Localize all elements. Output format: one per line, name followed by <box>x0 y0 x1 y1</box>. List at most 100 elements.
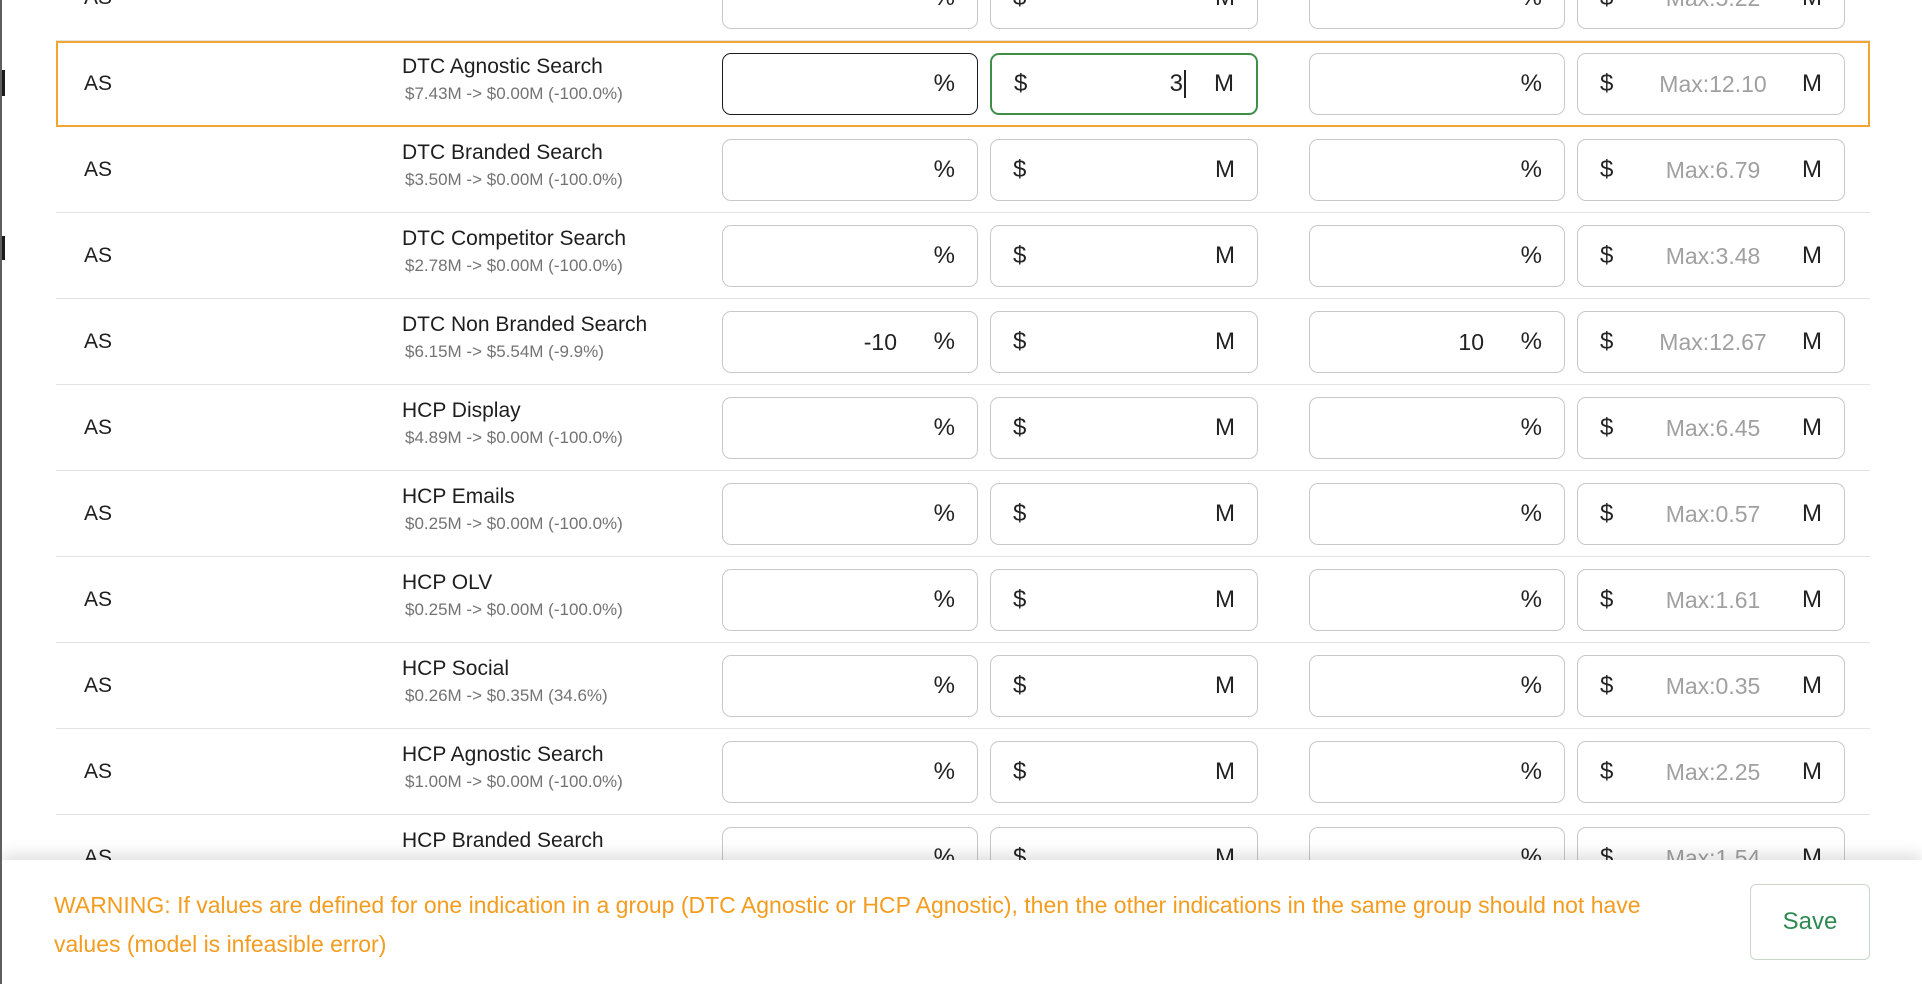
channel-info: HCP Emails $0.25M -> $0.00M (-100.0%) <box>402 483 623 537</box>
table-row: AS HCP Emails $0.25M -> $0.00M (-100.0%)% $… <box>56 471 1870 557</box>
max-spend-placeholder: Max:6.79 <box>1665 156 1761 183</box>
row-code: AS <box>84 244 113 267</box>
currency-symbol: $ <box>1013 414 1027 441</box>
min-percent-input[interactable]: % <box>722 225 978 287</box>
min-percent-input[interactable]: -10% <box>722 311 978 373</box>
max-percent-input[interactable]: % <box>1309 225 1565 287</box>
min-percent-input[interactable]: % <box>722 741 978 803</box>
spend-change: $3.50M -> $0.00M (-100.0%) <box>405 170 623 189</box>
currency-symbol: $ <box>1013 758 1027 785</box>
percent-unit: % <box>1520 414 1542 441</box>
max-spend-input[interactable]: $ Max:12.67 M <box>1577 311 1845 373</box>
million-unit: M <box>1215 156 1235 183</box>
min-spend-input[interactable]: $M <box>990 311 1258 373</box>
max-percent-input[interactable]: % <box>1309 655 1565 717</box>
channel-info: DTC Agnostic Search $7.43M -> $0.00M (-10… <box>402 53 623 107</box>
table-row: AS$3.26M -> $4.70M (44.2%)%$M%$Max:5.22M <box>56 0 1870 41</box>
row-code: AS <box>84 846 113 860</box>
percent-unit: % <box>1520 242 1542 269</box>
max-spend-input[interactable]: $ Max:0.57 M <box>1577 483 1845 545</box>
channel-info: HCP OLV $0.25M -> $0.00M (-100.0%) <box>402 569 623 623</box>
max-spend-input[interactable]: $ Max:2.25 M <box>1577 741 1845 803</box>
million-unit: M <box>1215 586 1235 613</box>
row-code: AS <box>84 674 113 697</box>
max-percent-input[interactable]: 10% <box>1309 311 1565 373</box>
max-percent-input[interactable]: % <box>1309 741 1565 803</box>
max-percent-input[interactable]: % <box>1309 397 1565 459</box>
min-spend-input[interactable]: $M <box>990 225 1258 287</box>
scrollbar-edge <box>2 236 5 260</box>
max-spend-input[interactable]: $ Max:12.10 M <box>1577 53 1845 115</box>
percent-unit: % <box>933 70 955 97</box>
max-spend-placeholder: Max:12.67 <box>1659 328 1767 355</box>
percent-unit: % <box>933 844 955 860</box>
channel-table: AS$3.26M -> $4.70M (44.2%)%$M%$Max:5.22M… <box>56 0 1870 860</box>
max-spend-input[interactable]: $ Max:1.61 M <box>1577 569 1845 631</box>
min-percent-input[interactable]: % <box>722 139 978 201</box>
max-spend-input[interactable]: $ Max:6.45 M <box>1577 397 1845 459</box>
min-spend-input[interactable]: $M <box>990 827 1258 860</box>
currency-symbol: $ <box>1600 0 1613 28</box>
min-percent-input[interactable]: % <box>722 827 978 860</box>
min-percent-input[interactable]: % <box>722 0 978 29</box>
max-percent-input[interactable]: % <box>1309 0 1565 29</box>
million-unit: M <box>1215 500 1235 527</box>
max-percent-input[interactable]: % <box>1309 827 1565 860</box>
million-unit: M <box>1214 70 1234 97</box>
min-spend-input[interactable]: $M <box>990 741 1258 803</box>
channel-name: HCP Agnostic Search <box>402 743 604 766</box>
max-percent-input[interactable]: % <box>1309 139 1565 201</box>
max-percent-input[interactable]: % <box>1309 53 1565 115</box>
min-spend-input[interactable]: $M <box>990 139 1258 201</box>
min-percent-input[interactable]: % <box>722 655 978 717</box>
min-percent-input[interactable]: % <box>722 569 978 631</box>
min-spend-value <box>1061 656 1187 716</box>
min-spend-value <box>1061 226 1187 286</box>
min-percent-input[interactable]: % <box>722 53 978 115</box>
million-unit: M <box>1802 70 1822 97</box>
currency-symbol: $ <box>1600 70 1614 97</box>
min-percent-input[interactable]: % <box>722 483 978 545</box>
min-spend-input[interactable]: $M <box>990 397 1258 459</box>
modal-footer: WARNING: If values are defined for one i… <box>2 860 1922 984</box>
min-spend-value <box>1061 484 1187 544</box>
max-spend-input[interactable]: $ Max:0.35 M <box>1577 655 1845 717</box>
row-code: AS <box>84 330 113 353</box>
max-spend-input[interactable]: $ Max:3.48 M <box>1577 225 1845 287</box>
currency-symbol: $ <box>1600 328 1614 355</box>
min-spend-input[interactable]: $M <box>990 655 1258 717</box>
million-unit: M <box>1215 672 1235 699</box>
spend-change: $7.43M -> $0.00M (-100.0%) <box>405 84 623 103</box>
min-percent-input[interactable]: % <box>722 397 978 459</box>
row-code: AS <box>84 0 112 41</box>
million-unit: M <box>1802 500 1822 527</box>
channel-name: HCP OLV <box>402 571 493 594</box>
max-spend-input[interactable]: $ Max:5.22 M <box>1577 0 1845 29</box>
row-code: AS <box>84 588 113 611</box>
min-spend-input[interactable]: $M <box>990 569 1258 631</box>
min-spend-input[interactable]: $M <box>990 483 1258 545</box>
percent-unit: % <box>933 242 955 269</box>
currency-symbol: $ <box>1013 844 1027 860</box>
min-spend-input[interactable]: $3 M <box>990 53 1258 115</box>
max-spend-placeholder: Max:0.57 <box>1665 500 1761 527</box>
max-spend-input[interactable]: $ Max:6.79 M <box>1577 139 1845 201</box>
save-button[interactable]: Save <box>1750 884 1870 960</box>
max-spend-placeholder: Max:1.61 <box>1665 586 1761 613</box>
currency-symbol: $ <box>1600 500 1614 527</box>
min-percent-value: -10 <box>863 328 897 355</box>
min-spend-value <box>1061 742 1187 802</box>
max-percent-input[interactable]: % <box>1309 569 1565 631</box>
max-percent-input[interactable]: % <box>1309 483 1565 545</box>
row-code: AS <box>84 502 113 525</box>
max-spend-placeholder: Max:1.54 <box>1665 844 1761 861</box>
max-spend-input[interactable]: $ Max:1.54 M <box>1577 827 1845 860</box>
channel-name: DTC Non Branded Search <box>402 313 648 336</box>
table-row: AS HCP OLV $0.25M -> $0.00M (-100.0%)% $ M% $… <box>56 557 1870 643</box>
min-spend-input[interactable]: $M <box>990 0 1258 29</box>
min-spend-value <box>1061 828 1187 860</box>
percent-unit: % <box>933 414 955 441</box>
min-spend-value: 3 <box>1062 55 1186 113</box>
max-spend-placeholder: Max:12.10 <box>1659 70 1767 97</box>
row-code: AS <box>84 760 113 783</box>
